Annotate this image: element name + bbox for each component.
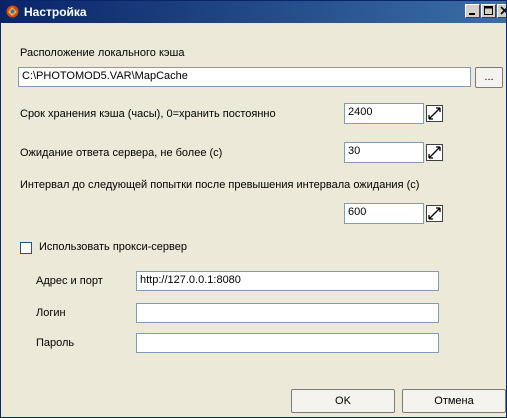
proxy-address-input[interactable]: http://127.0.0.1:8080 bbox=[136, 271, 439, 291]
retry-interval-spinner[interactable] bbox=[426, 205, 443, 222]
use-proxy-checkbox[interactable] bbox=[20, 242, 32, 254]
minimize-icon bbox=[469, 13, 475, 15]
minimize-button[interactable] bbox=[465, 4, 480, 18]
maximize-button[interactable] bbox=[481, 4, 496, 18]
settings-dialog: Настройка Расположение локального кэша C… bbox=[0, 0, 507, 418]
cache-location-label: Расположение локального кэша bbox=[20, 47, 185, 59]
cancel-button[interactable]: Отмена bbox=[402, 389, 506, 413]
spinner-arrows-icon bbox=[428, 107, 441, 120]
close-button[interactable] bbox=[497, 4, 506, 18]
retry-interval-label: Интервал до следующей попытки после прев… bbox=[20, 179, 420, 191]
use-proxy-label: Использовать прокси-сервер bbox=[39, 241, 187, 253]
maximize-icon bbox=[484, 6, 493, 15]
proxy-password-input[interactable] bbox=[136, 333, 439, 353]
close-icon bbox=[500, 6, 506, 15]
cache-lifetime-label: Срок хранения кэша (часы), 0=хранить пос… bbox=[20, 108, 276, 120]
cache-lifetime-input[interactable]: 2400 bbox=[344, 103, 424, 124]
spinner-arrows-icon bbox=[428, 146, 441, 159]
browse-button[interactable]: ... bbox=[475, 67, 503, 88]
window-title: Настройка bbox=[24, 5, 87, 19]
proxy-address-label: Адрес и порт bbox=[36, 275, 103, 287]
proxy-login-label: Логин bbox=[36, 307, 66, 319]
cache-lifetime-spinner[interactable] bbox=[426, 105, 443, 122]
cache-location-input[interactable]: C:\PHOTOMOD5.VAR\MapCache bbox=[18, 67, 471, 87]
ok-button[interactable]: OK bbox=[291, 389, 395, 413]
server-timeout-label: Ожидание ответа сервера, не более (с) bbox=[20, 147, 223, 159]
retry-interval-input[interactable]: 600 bbox=[344, 203, 424, 224]
server-timeout-input[interactable]: 30 bbox=[344, 142, 424, 163]
proxy-login-input[interactable] bbox=[136, 303, 439, 323]
title-bar[interactable]: Настройка bbox=[1, 1, 506, 23]
app-icon bbox=[6, 5, 19, 18]
spinner-arrows-icon bbox=[428, 207, 441, 220]
server-timeout-spinner[interactable] bbox=[426, 144, 443, 161]
proxy-password-label: Пароль bbox=[36, 337, 75, 349]
